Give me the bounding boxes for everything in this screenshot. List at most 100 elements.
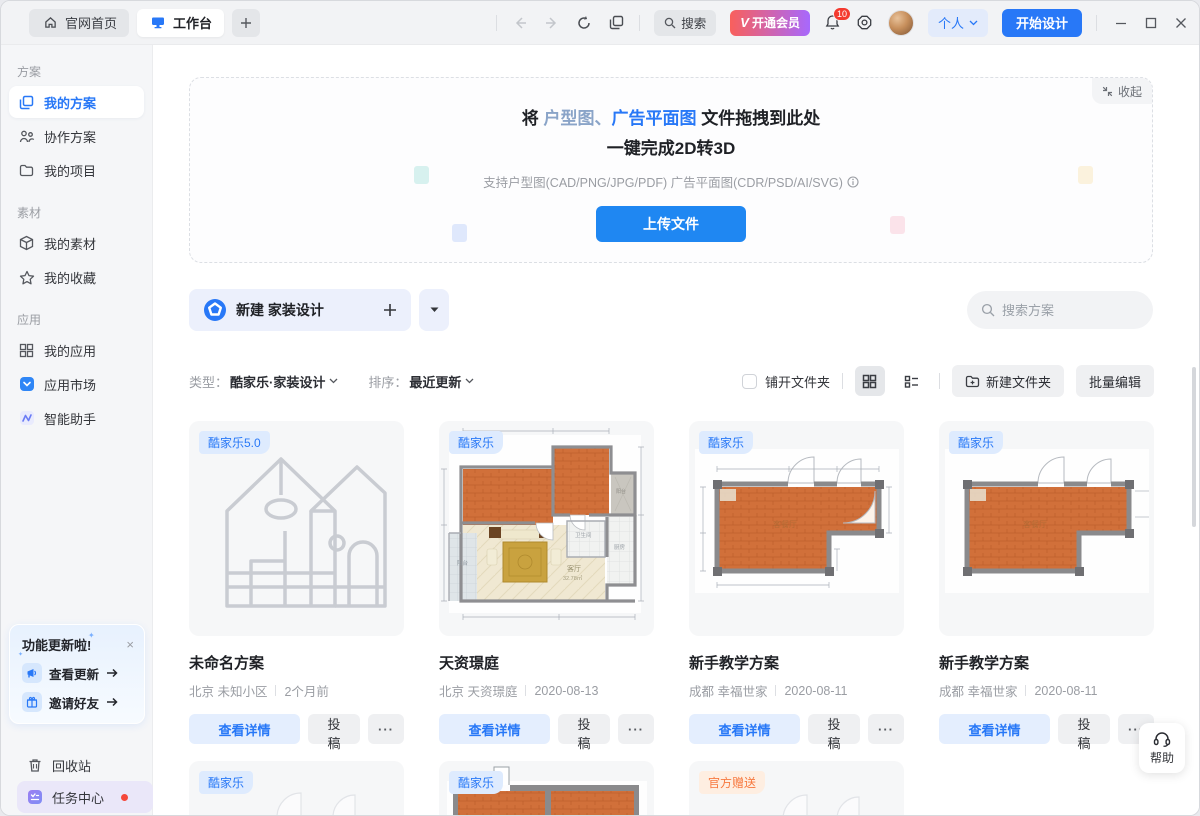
submit-button[interactable]: 投稿 — [558, 714, 610, 744]
global-search-button[interactable]: 搜索 — [654, 10, 716, 36]
project-thumbnail[interactable]: 酷家乐 — [439, 761, 654, 816]
ad-plan-type-link[interactable]: 广告平面图 — [612, 109, 697, 128]
project-title[interactable]: 未命名方案 — [189, 652, 404, 673]
sidebar-item-label: 我的方案 — [44, 93, 96, 112]
project-thumbnail[interactable]: 酷家乐 — [189, 761, 404, 816]
plan-search-input[interactable] — [1002, 303, 1132, 318]
new-folder-button[interactable]: 新建文件夹 — [952, 365, 1064, 397]
back-button[interactable] — [511, 14, 529, 32]
sparkle-decoration: ✦ — [18, 651, 23, 658]
project-badge: 官方赠送 — [699, 771, 765, 794]
new-design-button[interactable]: 新建 家装设计 — [189, 289, 411, 331]
floorplan-type-link[interactable]: 户型图、 — [544, 109, 612, 128]
view-details-button[interactable]: 查看详情 — [189, 714, 300, 744]
section-label-plans: 方案 — [17, 63, 152, 80]
project-thumbnail[interactable]: 酷家乐 — [689, 421, 904, 636]
room-area-living: 32.78㎡ — [563, 574, 583, 582]
sidebar-item-label: 回收站 — [52, 756, 91, 775]
arrow-right-icon — [106, 697, 118, 707]
sidebar-item-my-apps[interactable]: 我的应用 — [9, 334, 144, 366]
sidebar-item-recycle-bin[interactable]: 回收站 — [17, 749, 153, 781]
submit-button[interactable]: 投稿 — [1058, 714, 1110, 744]
minimize-button[interactable] — [1115, 17, 1127, 29]
collapse-dropzone-button[interactable]: 收起 — [1092, 78, 1152, 104]
more-button[interactable]: ··· — [368, 714, 404, 744]
list-view-button[interactable] — [897, 366, 927, 396]
megaphone-icon — [22, 663, 42, 683]
project-badge: 酷家乐 — [949, 431, 1003, 454]
list-view-icon — [904, 375, 919, 388]
meta-separator — [1025, 685, 1026, 696]
help-button[interactable]: 帮助 — [1139, 723, 1185, 773]
settings-button[interactable] — [856, 14, 874, 32]
sidebar-item-task-center[interactable]: 任务中心 — [17, 781, 153, 813]
tab-strip: 官网首页 工作台 — [29, 9, 260, 37]
submit-button[interactable]: 投稿 — [308, 714, 360, 744]
grid-view-button[interactable] — [855, 366, 885, 396]
view-details-button[interactable]: 查看详情 — [439, 714, 550, 744]
sidebar-item-ai-assistant[interactable]: 智能助手 — [9, 402, 144, 434]
maximize-button[interactable] — [1145, 17, 1157, 29]
type-filter-dropdown[interactable]: 酷家乐·家装设计 — [230, 372, 338, 391]
batch-edit-button[interactable]: 批量编辑 — [1076, 365, 1154, 397]
refresh-button[interactable] — [575, 14, 593, 32]
project-thumbnail[interactable]: 酷家乐 — [939, 421, 1154, 636]
file-type-decoration — [452, 224, 467, 242]
start-design-button[interactable]: 开始设计 — [1002, 9, 1082, 37]
vip-button[interactable]: V 开通会员 — [730, 10, 810, 36]
forward-button[interactable] — [543, 14, 561, 32]
sidebar: 方案 我的方案 协作方案 我的项目 素材 我的素材 — [1, 45, 153, 816]
tab-workspace[interactable]: 工作台 — [137, 9, 224, 37]
upload-file-button[interactable]: 上传文件 — [596, 206, 746, 242]
assistant-icon — [18, 410, 35, 427]
sidebar-item-my-materials[interactable]: 我的素材 — [9, 227, 144, 259]
view-updates-link[interactable]: 查看更新 — [22, 663, 134, 683]
filter-toolbar: 类型： 酷家乐·家装设计 排序： 最近更新 铺开文件夹 — [189, 365, 1154, 397]
project-thumbnail[interactable]: 酷家乐 — [439, 421, 654, 636]
upload-dropzone[interactable]: 收起 将 户型图、广告平面图 文件拖拽到此处 一键完成2D转3D 支持户型图(C… — [189, 77, 1153, 263]
notifications-button[interactable]: 10 — [824, 14, 842, 32]
refresh-icon — [576, 15, 592, 31]
view-details-button[interactable]: 查看详情 — [939, 714, 1050, 744]
info-icon[interactable] — [847, 176, 859, 188]
gift-icon — [22, 692, 42, 712]
new-design-dropdown-button[interactable] — [419, 289, 449, 331]
type-filter-label: 类型： — [189, 372, 228, 391]
sidebar-item-my-favorites[interactable]: 我的收藏 — [9, 261, 144, 293]
project-date: 2个月前 — [284, 681, 328, 700]
project-card: 酷家乐 — [689, 421, 904, 744]
close-button[interactable] — [1175, 17, 1187, 29]
submit-button[interactable]: 投稿 — [808, 714, 860, 744]
new-tab-button[interactable] — [232, 9, 260, 37]
sparkle-decoration: ✦ — [88, 631, 95, 640]
project-thumbnail[interactable]: 官方赠送 — [689, 761, 904, 816]
view-details-button[interactable]: 查看详情 — [689, 714, 800, 744]
user-avatar[interactable] — [888, 10, 914, 36]
update-popup: ✦ ✦ 功能更新啦! × 查看更新 邀请好友 — [9, 624, 145, 724]
close-icon[interactable]: × — [126, 638, 134, 651]
more-button[interactable]: ··· — [618, 714, 654, 744]
expand-folders-checkbox[interactable] — [742, 374, 757, 389]
sidebar-item-my-plans[interactable]: 我的方案 — [9, 86, 144, 118]
project-title[interactable]: 新手教学方案 — [689, 652, 904, 673]
project-location: 成都 幸福世家 — [689, 681, 767, 700]
card-actions: 查看详情 投稿 ··· — [689, 714, 904, 744]
app-window: 官网首页 工作台 — [0, 0, 1200, 816]
more-button[interactable]: ··· — [868, 714, 904, 744]
sort-filter-dropdown[interactable]: 最近更新 — [409, 372, 474, 391]
profile-menu-button[interactable]: 个人 — [928, 9, 988, 37]
project-title[interactable]: 天资璟庭 — [439, 652, 654, 673]
scrollbar-thumb[interactable] — [1192, 367, 1196, 527]
chevron-down-icon — [969, 20, 978, 26]
sidebar-item-my-projects[interactable]: 我的项目 — [9, 154, 144, 186]
plus-icon — [240, 17, 252, 29]
task-center-icon — [26, 789, 43, 806]
project-thumbnail[interactable]: 酷家乐5.0 — [189, 421, 404, 636]
duplicate-tab-button[interactable] — [607, 14, 625, 32]
sidebar-item-app-market[interactable]: 应用市场 — [9, 368, 144, 400]
tab-home[interactable]: 官网首页 — [29, 9, 129, 37]
project-title[interactable]: 新手教学方案 — [939, 652, 1154, 673]
invite-friends-link[interactable]: 邀请好友 — [22, 692, 134, 712]
sidebar-item-collab-plans[interactable]: 协作方案 — [9, 120, 144, 152]
dropzone-title: 将 户型图、广告平面图 文件拖拽到此处 — [190, 104, 1152, 129]
